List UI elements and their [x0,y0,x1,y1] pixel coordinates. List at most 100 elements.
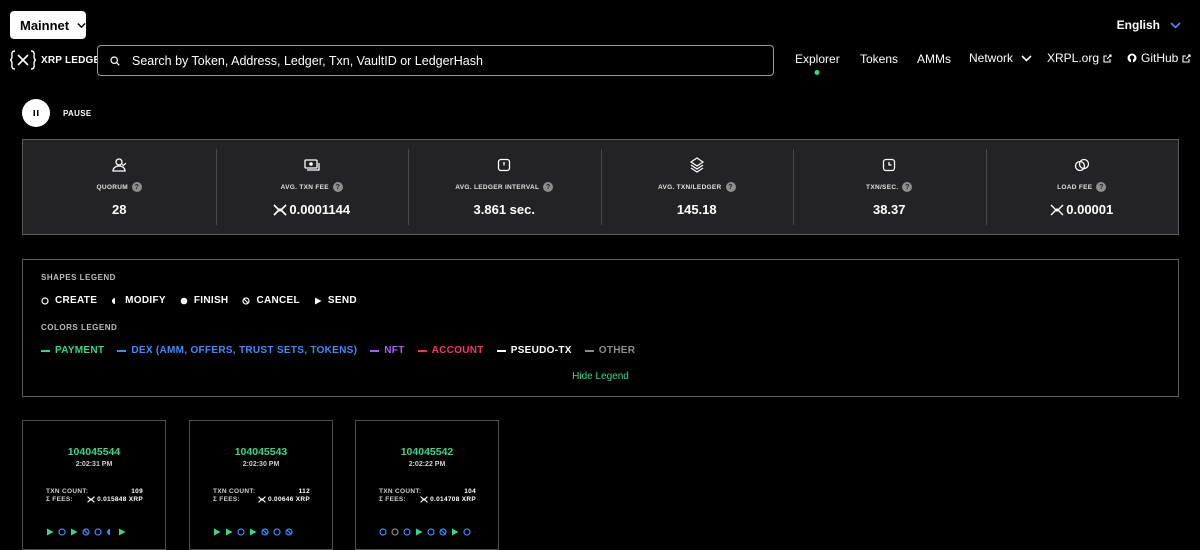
nav-network-label: Network [969,51,1014,65]
legend-panel: SHAPES LEGEND CREATE MODIFY FINISH CANCE… [22,259,1179,397]
legend-other: OTHER [584,345,636,356]
triangle-icon [119,528,126,536]
circle-outline-icon [237,528,245,536]
fees-value: 0.014708 XRP [430,496,476,503]
legend-send-label: SEND [327,295,357,306]
legend-nft: NFT [370,345,404,356]
color-swatch [41,349,50,352]
ledger-card[interactable]: 104045542 2:02:22 PM TXN COUNT: 104 Σ FEE… [355,420,499,550]
metric-avg-ledger-interval: AVG. LEDGER INTERVAL? 3.861 sec. [408,140,601,234]
legend-other-label: OTHER [598,345,636,356]
circle-slash-icon [285,528,293,536]
ledger-card[interactable]: 104045543 2:02:30 PM TXN COUNT: 112 Σ FEE… [189,420,333,550]
xrp-icon [420,496,428,503]
pause-button[interactable] [22,99,50,127]
shapes-legend-title: SHAPES LEGEND [41,273,116,282]
xrp-icon [273,203,287,216]
fee-icon [304,159,320,171]
ledger-number[interactable]: 104045544 [23,446,165,458]
pause-label: PAUSE [63,109,92,118]
nav-explorer[interactable]: Explorer [795,52,840,75]
txn-shapes-row [213,528,293,536]
nav-xrpl-org-label: XRPL.org [1047,51,1100,65]
hide-legend-button[interactable]: Hide Legend [23,371,1178,382]
fees-value: 0.015848 XRP [97,496,143,503]
ledger-stack-icon [689,157,704,173]
circle-outline-icon [391,528,399,536]
metric-label: AVG. TXN/LEDGER [657,183,722,191]
external-link-icon [1182,53,1191,63]
legend-cancel-label: CANCEL [256,295,300,306]
txn-shapes-row [46,528,126,536]
ledger-number[interactable]: 104045542 [356,446,498,458]
legend-finish: FINISH [180,295,229,306]
metric-label: TXN/SEC. [866,183,899,191]
metric-avg-txn-ledger: AVG. TXN/LEDGER? 145.18 [600,140,794,234]
legend-send: SEND [314,295,357,306]
triangle-icon [71,528,78,536]
metric-value: 3.861 sec. [473,202,535,217]
ledger-number[interactable]: 104045543 [190,446,332,458]
xrp-icon [258,496,266,503]
help-icon[interactable]: ? [543,182,554,192]
xrp-icon [87,496,95,503]
search-bar[interactable] [97,45,774,76]
help-icon[interactable]: ? [131,182,142,192]
nav-xrpl-org[interactable]: XRPL.org [1047,51,1112,65]
colors-legend-title: COLORS LEGEND [41,323,118,332]
legend-account: ACCOUNT [417,345,484,356]
help-icon[interactable]: ? [332,182,343,192]
legend-modify-label: MODIFY [125,295,166,306]
nav-github[interactable]: GitHub [1127,51,1191,65]
ledger-card[interactable]: 104045544 2:02:31 PM TXN COUNT: 109 Σ FEE… [22,420,166,550]
txn-count-value: 104 [464,488,476,495]
chevron-down-icon [77,22,86,28]
metric-value: 0.00001 [1066,202,1114,217]
metric-label: AVG. TXN FEE [280,183,329,191]
nav-network[interactable]: Network [969,51,1032,65]
xrpl-logo[interactable]: XRP LEDGER [10,49,108,71]
chevron-down-icon [1021,54,1032,62]
metric-txn-sec: TXN/SEC.? 38.37 [793,140,986,234]
circle-outline-icon [427,528,435,536]
clock-icon [498,158,511,172]
triangle-icon [47,528,54,536]
triangle-icon [314,297,322,304]
ledger-time: 2:02:22 PM [408,461,446,468]
metric-label: LOAD FEE [1057,183,1093,191]
search-input[interactable] [130,52,754,69]
help-icon[interactable]: ? [1096,182,1107,192]
language-selector[interactable]: English [1117,18,1181,32]
xrpl-logo-icon [10,50,36,70]
nav-tokens[interactable]: Tokens [860,52,898,66]
fees-value: 0.00646 XRP [268,496,310,503]
help-icon[interactable]: ? [725,182,736,192]
github-icon [1127,53,1137,63]
legend-dex: DEX (AMM, OFFERS, TRUST SETS, TOKENS) [117,345,357,356]
legend-nft-label: NFT [384,345,405,356]
chevron-down-icon [1170,21,1181,29]
legend-pseudo-tx-label: PSEUDO-TX [510,345,572,356]
circle-filled-icon [180,297,188,304]
circle-outline-icon [403,528,411,536]
circle-outline-icon [94,528,102,536]
color-swatch [496,349,506,352]
help-icon[interactable]: ? [902,182,913,192]
metric-value: 0.0001144 [289,202,351,217]
colors-legend: PAYMENT DEX (AMM, OFFERS, TRUST SETS, TO… [41,345,635,356]
txn-count-value: 112 [298,488,310,495]
circle-outline-icon [463,528,471,536]
search-icon [110,55,120,66]
metric-quorum: QUORUM? 28 [23,140,216,234]
circle-outline-icon [379,528,387,536]
nav-amms[interactable]: AMMs [917,52,951,66]
nav-explorer-label: Explorer [795,52,840,66]
xrp-icon [1050,204,1064,215]
network-selector[interactable]: Mainnet [10,11,86,39]
triangle-icon [452,528,459,536]
coins-icon [1074,158,1089,172]
circle-slash-icon [439,528,447,536]
network-metrics-panel: QUORUM? 28 AVG. TXN FEE? 0.0001144 AVG. … [22,139,1179,235]
txn-count-label: TXN COUNT: [379,488,422,495]
circle-slash-icon [82,528,90,536]
